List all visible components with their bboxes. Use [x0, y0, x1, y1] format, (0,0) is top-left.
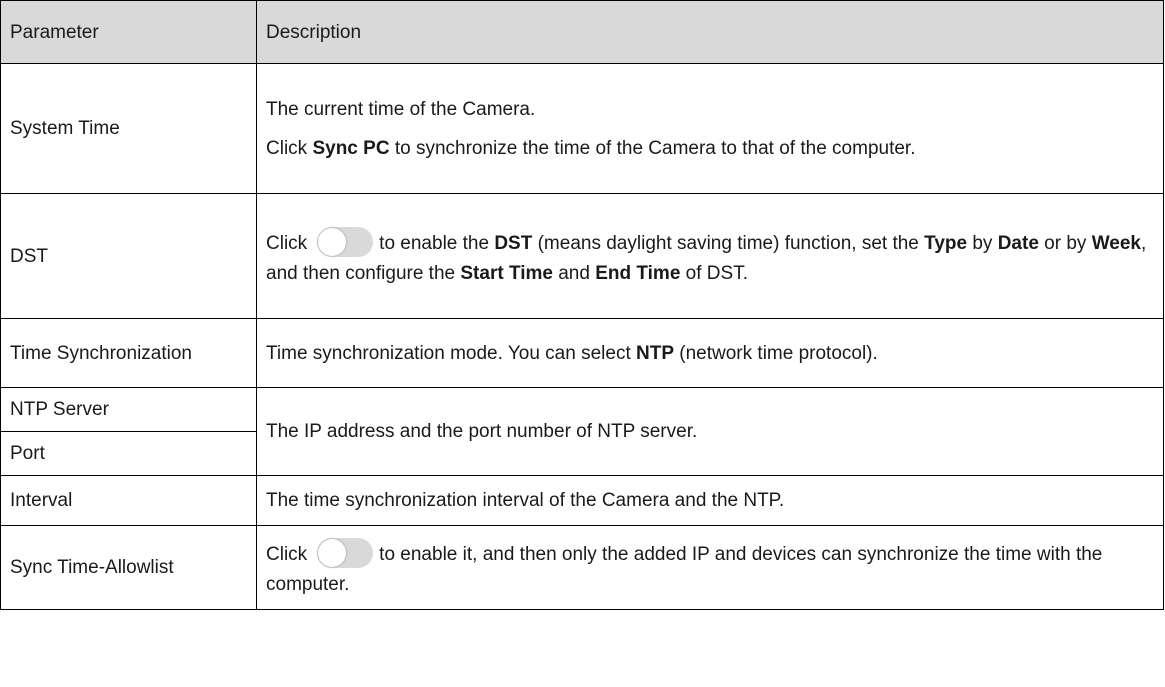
- desc-text: to enable the: [379, 232, 495, 254]
- desc-text: or by: [1038, 232, 1092, 254]
- desc-dst: Click to enable the DST (means daylight s…: [256, 193, 1164, 319]
- desc-text: to synchronize the time of the Camera to…: [389, 137, 916, 159]
- toggle-knob: [318, 227, 347, 256]
- desc-text: Time synchronization mode. You can selec…: [266, 342, 636, 364]
- toggle-knob: [318, 539, 347, 567]
- desc-text: Click: [266, 137, 313, 159]
- type-term: Type: [924, 232, 968, 254]
- table-row-allowlist: Sync Time-Allowlist Click to enable it, a…: [0, 525, 1164, 610]
- param-dst: DST: [0, 193, 257, 319]
- start-time-term: Start Time: [460, 262, 553, 284]
- toggle-switch-icon: [317, 538, 374, 568]
- desc-text: Click: [266, 232, 308, 254]
- desc-system-time: The current time of the Camera. Click Sy…: [256, 63, 1164, 194]
- desc-interval: The time synchronization interval of the…: [256, 475, 1164, 526]
- param-interval: Interval: [0, 475, 257, 526]
- table-row-dst: DST Click to enable the DST (means daylig…: [0, 193, 1164, 319]
- desc-line: The current time of the Camera.: [266, 98, 536, 120]
- desc-text: to enable it, and then only the added IP…: [266, 544, 1103, 595]
- parameter-table: Parameter Description System Time The cu…: [0, 0, 1164, 610]
- date-term: Date: [997, 232, 1039, 254]
- header-parameter: Parameter: [0, 0, 257, 64]
- table-header-row: Parameter Description: [0, 0, 1164, 64]
- table-row-system-time: System Time The current time of the Came…: [0, 63, 1164, 194]
- desc-allowlist: Click to enable it, and then only the add…: [256, 525, 1164, 610]
- table-row-ntp-server: NTP Server The IP address and the port n…: [0, 387, 1164, 476]
- ntp-term: NTP: [636, 342, 674, 364]
- header-description: Description: [256, 0, 1164, 64]
- desc-text: of DST.: [680, 262, 748, 284]
- table-row-interval: Interval The time synchronization interv…: [0, 475, 1164, 526]
- desc-text: by: [967, 232, 998, 254]
- desc-text: (means daylight saving time) function, s…: [532, 232, 925, 254]
- param-time-sync: Time Synchronization: [0, 318, 257, 388]
- desc-text: (network time protocol).: [674, 342, 878, 364]
- param-system-time: System Time: [0, 63, 257, 194]
- week-term: Week: [1091, 232, 1141, 254]
- toggle-switch-icon: [317, 226, 374, 257]
- end-time-term: End Time: [595, 262, 681, 284]
- desc-text: Click: [266, 544, 308, 566]
- table-row-time-sync: Time Synchronization Time synchronizatio…: [0, 318, 1164, 388]
- desc-ntp: The IP address and the port number of NT…: [256, 387, 1164, 476]
- desc-line: Click Sync PC to synchronize the time of…: [266, 136, 1154, 161]
- param-port: Port: [0, 431, 257, 476]
- param-allowlist: Sync Time-Allowlist: [0, 525, 257, 610]
- sync-pc-term: Sync PC: [312, 137, 390, 159]
- desc-time-sync: Time synchronization mode. You can selec…: [256, 318, 1164, 388]
- desc-text: and: [552, 262, 596, 284]
- param-ntp-server: NTP Server: [0, 387, 257, 432]
- dst-term: DST: [494, 232, 533, 254]
